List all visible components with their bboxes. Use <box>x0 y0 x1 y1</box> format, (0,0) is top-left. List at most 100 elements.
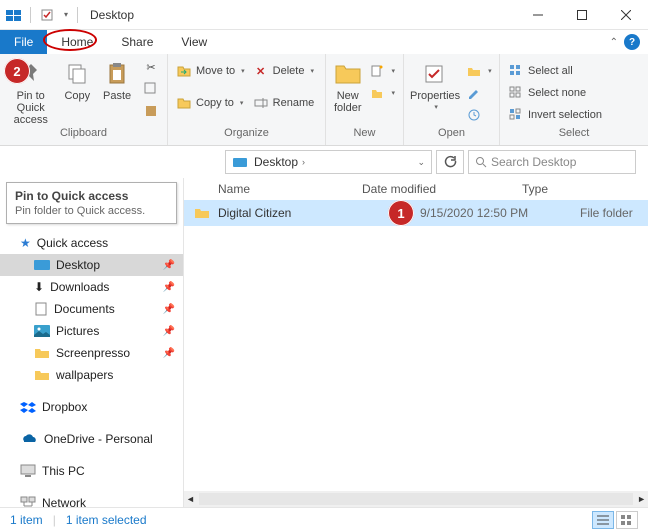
folder-icon <box>34 347 50 359</box>
copy-to-icon <box>176 96 192 110</box>
paste-button[interactable]: Paste <box>99 56 135 102</box>
app-icon <box>4 5 24 25</box>
move-to-button[interactable]: Move to▾ <box>174 60 247 82</box>
tab-share[interactable]: Share <box>107 30 167 54</box>
view-icons-button[interactable] <box>616 511 638 529</box>
search-icon <box>475 156 487 168</box>
minimize-button[interactable] <box>516 0 560 30</box>
easy-access-button[interactable]: ▾ <box>367 82 397 104</box>
pin-icon: 📌 <box>163 304 175 315</box>
new-item-icon <box>369 64 385 78</box>
group-organize-label: Organize <box>174 127 319 143</box>
nav-pictures[interactable]: Pictures📌 <box>0 320 183 342</box>
this-pc-icon <box>20 464 36 478</box>
nav-wallpapers[interactable]: wallpapers <box>0 364 183 386</box>
open-icon <box>466 65 482 77</box>
new-folder-button[interactable]: New folder <box>332 56 363 114</box>
content-pane: Name Date modified Type Digital Citizen … <box>183 178 648 507</box>
annotation-badge-1: 1 <box>388 200 414 226</box>
column-type[interactable]: Type <box>522 182 640 196</box>
copy-path-icon <box>143 82 159 96</box>
item-type: File folder <box>580 206 640 220</box>
status-item-count: 1 item <box>10 513 43 527</box>
move-to-icon <box>176 64 192 78</box>
group-new-label: New <box>332 127 397 143</box>
nav-onedrive[interactable]: OneDrive - Personal <box>0 428 183 450</box>
qat-properties-icon[interactable] <box>37 5 57 25</box>
select-all-button[interactable]: Select all <box>506 60 604 82</box>
new-item-button[interactable]: ▾ <box>367 60 397 82</box>
copy-to-button[interactable]: Copy to▾ <box>174 92 247 114</box>
address-row: Desktop› ⌄ Search Desktop <box>0 146 648 178</box>
nav-pane: Pin to Quick access Pin folder to Quick … <box>0 178 183 507</box>
paste-shortcut-icon <box>143 104 159 118</box>
history-icon <box>466 108 482 122</box>
refresh-button[interactable] <box>436 150 464 174</box>
nav-dropbox[interactable]: Dropbox <box>0 396 183 418</box>
open-button[interactable]: ▾ <box>464 60 494 82</box>
invert-selection-button[interactable]: Invert selection <box>506 104 604 126</box>
documents-icon <box>34 302 48 316</box>
history-button[interactable] <box>464 104 494 126</box>
paste-shortcut-button[interactable] <box>141 100 161 122</box>
qat-dropdown-icon[interactable]: ▾ <box>61 5 71 25</box>
onedrive-icon <box>20 433 38 445</box>
tab-view[interactable]: View <box>167 30 221 54</box>
pin-icon: 📌 <box>163 326 175 337</box>
rename-icon <box>253 96 269 110</box>
select-none-button[interactable]: Select none <box>506 82 604 104</box>
nav-downloads[interactable]: ⬇Downloads📌 <box>0 276 183 298</box>
maximize-button[interactable] <box>560 0 604 30</box>
view-details-button[interactable] <box>592 511 614 529</box>
pin-icon: 📌 <box>163 282 175 293</box>
quick-access-icon: ★ <box>20 236 31 250</box>
column-name[interactable]: Name <box>192 182 362 196</box>
group-clipboard-label: Clipboard <box>6 127 161 143</box>
group-open-label: Open <box>410 127 493 143</box>
breadcrumb[interactable]: Desktop› <box>254 155 305 169</box>
rename-button[interactable]: Rename <box>251 92 317 114</box>
delete-icon: ✕ <box>253 65 269 78</box>
column-date[interactable]: Date modified <box>362 182 522 196</box>
nav-quick-access[interactable]: ★Quick access <box>0 232 183 254</box>
nav-screenpresso[interactable]: Screenpresso📌 <box>0 342 183 364</box>
pictures-icon <box>34 325 50 337</box>
list-item[interactable]: Digital Citizen 1 9/15/2020 12:50 PM Fil… <box>184 200 648 226</box>
close-button[interactable] <box>604 0 648 30</box>
nav-this-pc[interactable]: This PC <box>0 460 183 482</box>
scroll-right-icon[interactable]: ► <box>637 494 646 504</box>
folder-icon <box>34 369 50 381</box>
tooltip: Pin to Quick access Pin folder to Quick … <box>6 182 177 224</box>
copy-path-button[interactable] <box>141 78 161 100</box>
address-bar[interactable]: Desktop› ⌄ <box>225 150 432 174</box>
properties-button[interactable]: Properties▾ <box>410 56 460 114</box>
cut-button[interactable]: ✂ <box>141 56 161 78</box>
tab-home[interactable]: Home <box>47 30 107 54</box>
folder-icon <box>192 207 212 219</box>
delete-button[interactable]: ✕Delete▾ <box>251 60 317 82</box>
breadcrumb-icon <box>232 155 248 169</box>
group-select-label: Select <box>506 127 642 143</box>
easy-access-icon <box>369 86 385 100</box>
paste-icon <box>105 58 129 90</box>
ribbon-tabs: File Home Share View ⌃ ? <box>0 30 648 54</box>
scroll-left-icon[interactable]: ◄ <box>186 494 195 504</box>
collapse-ribbon-icon[interactable]: ⌃ <box>610 37 618 48</box>
item-date: 9/15/2020 12:50 PM <box>420 206 580 220</box>
nav-documents[interactable]: Documents📌 <box>0 298 183 320</box>
nav-desktop[interactable]: Desktop📌 <box>0 254 183 276</box>
ribbon: 2 Pin to Quick access Copy Paste ✂ Clipb… <box>0 54 648 146</box>
edit-button[interactable] <box>464 82 494 104</box>
select-all-icon <box>508 64 524 78</box>
tab-file[interactable]: File <box>0 30 47 54</box>
help-icon[interactable]: ? <box>624 34 640 50</box>
properties-icon <box>422 58 448 90</box>
copy-button[interactable]: Copy <box>59 56 95 102</box>
breadcrumb-dropdown-icon[interactable]: ⌄ <box>417 157 425 168</box>
nav-network[interactable]: Network <box>0 492 183 507</box>
horizontal-scrollbar[interactable]: ◄ ► <box>184 491 648 507</box>
titlebar: ▾ Desktop <box>0 0 648 30</box>
tooltip-sub: Pin folder to Quick access. <box>15 205 168 217</box>
column-headers[interactable]: Name Date modified Type <box>184 178 648 200</box>
search-input[interactable]: Search Desktop <box>468 150 636 174</box>
